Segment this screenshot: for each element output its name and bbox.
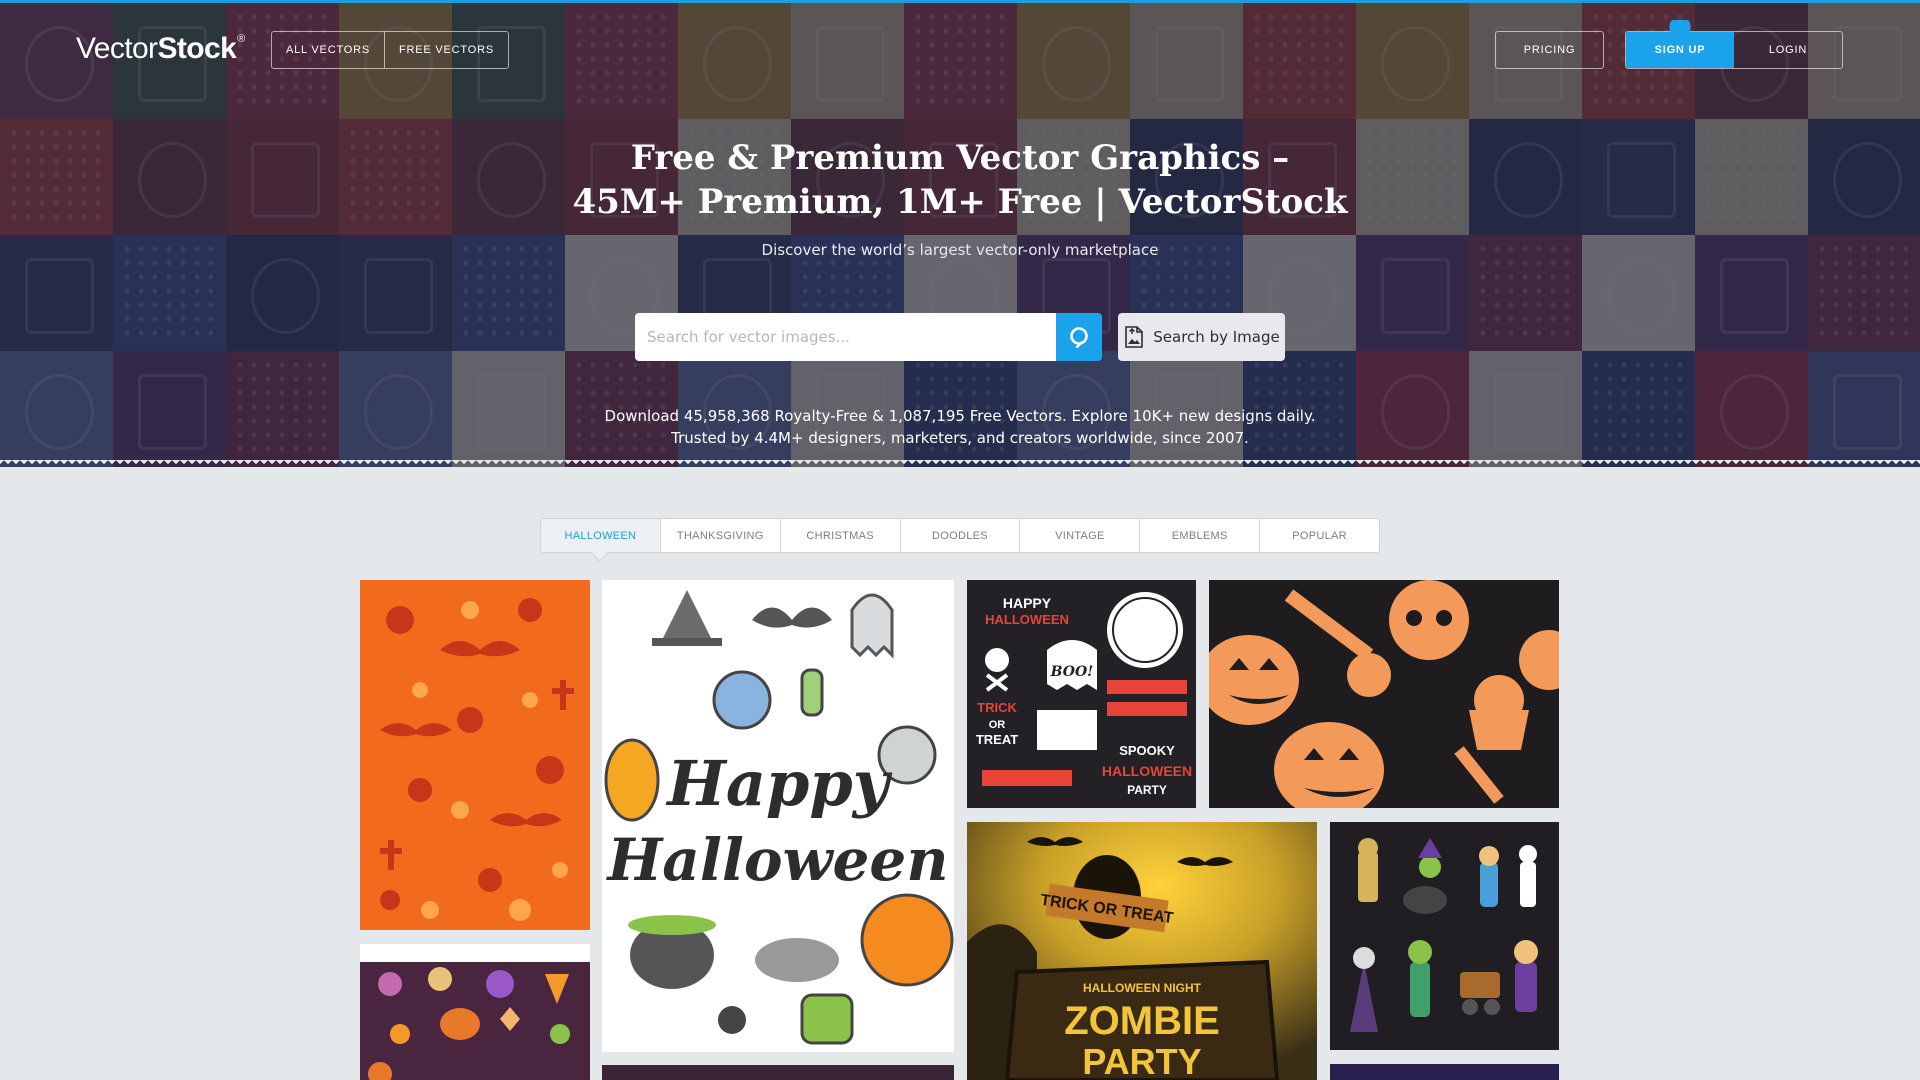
tab-thanksgiving[interactable]: THANKSGIVING	[659, 519, 780, 552]
lettering-happy: Happy	[665, 747, 892, 820]
category-tabs: HALLOWEEN THANKSGIVING CHRISTMAS DOODLES…	[540, 518, 1380, 553]
page-title: Free & Premium Vector Graphics – 45M+ Pr…	[460, 136, 1460, 224]
search-by-image-button[interactable]: Search by Image	[1118, 313, 1285, 361]
tab-popular[interactable]: POPULAR	[1259, 519, 1379, 552]
search-by-image-label: Search by Image	[1153, 328, 1280, 346]
poster-zombie: ZOMBIE	[1064, 999, 1220, 1043]
halloween-pattern-image	[360, 580, 590, 930]
page-title-line-2: 45M+ Premium, 1M+ Free | VectorStock	[572, 182, 1348, 222]
auth-buttons: SIGN UP LOGIN	[1625, 20, 1843, 80]
logo-text-stock: Stock	[157, 32, 237, 65]
purple-halloween-pattern-image	[360, 944, 590, 1080]
tab-halloween[interactable]: HALLOWEEN	[541, 519, 660, 552]
registered-mark: ®	[237, 33, 245, 45]
search-icon	[1070, 327, 1088, 348]
set-text-or: OR	[989, 719, 1006, 731]
hero-subtitle: Discover the world’s largest vector-only…	[761, 241, 1159, 259]
poster-halloween-night: HALLOWEEN NIGHT	[1083, 981, 1202, 995]
vector-card-halloween-labels[interactable]: HAPPY HALLOWEEN TRICK OR TREAT BOO! SPOO…	[967, 580, 1196, 808]
site-stats: Download 45,958,368 Royalty-Free & 1,087…	[460, 405, 1460, 449]
happy-halloween-image: Happy Halloween	[602, 580, 954, 1052]
hero-overlay	[0, 0, 1920, 467]
nav-free-vectors[interactable]: FREE VECTORS	[384, 32, 508, 68]
set-text-treat: TREAT	[976, 732, 1018, 747]
image-upload-icon	[1125, 326, 1144, 348]
vector-card-happy-halloween[interactable]: Happy Halloween	[602, 580, 954, 1052]
vector-card-orange-pattern[interactable]	[360, 580, 590, 930]
halloween-characters-image	[1330, 822, 1559, 1050]
vector-card-zombie-party[interactable]: TRICK OR TREAT HALLOWEEN NIGHT ZOMBIE PA…	[967, 822, 1317, 1080]
tab-christmas[interactable]: CHRISTMAS	[779, 519, 900, 552]
set-text-happy: HAPPY	[1003, 595, 1052, 611]
main-nav: ALL VECTORS FREE VECTORS	[271, 31, 509, 69]
lettering-halloween: Halloween	[605, 826, 948, 894]
vectorstock-logo[interactable]: VectorStock®	[76, 32, 245, 66]
poster-party: PARTY	[1082, 1041, 1201, 1080]
sign-up-button[interactable]: SIGN UP	[1626, 20, 1734, 80]
pumpkin-skull-pattern-image	[1209, 580, 1559, 808]
hero-zigzag-edge	[0, 460, 1920, 468]
tab-emblems[interactable]: EMBLEMS	[1139, 519, 1259, 552]
stats-line-1: Download 45,958,368 Royalty-Free & 1,087…	[604, 407, 1316, 425]
login-button[interactable]: LOGIN	[1734, 32, 1842, 68]
search-input[interactable]	[635, 313, 1056, 361]
hero-banner	[0, 0, 1920, 467]
tab-vintage[interactable]: VINTAGE	[1019, 519, 1139, 552]
set-text-party: PARTY	[1127, 783, 1167, 797]
vector-card-pumpkin-pattern[interactable]	[1209, 580, 1559, 808]
top-accent-line	[0, 0, 1920, 3]
search-button[interactable]	[1056, 313, 1102, 361]
set-text-trick: TRICK	[977, 700, 1017, 715]
pricing-button[interactable]: PRICING	[1495, 31, 1604, 69]
tab-doodles[interactable]: DOODLES	[899, 519, 1020, 552]
set-text-halloween: HALLOWEEN	[985, 612, 1069, 627]
zombie-party-poster-image: TRICK OR TREAT HALLOWEEN NIGHT ZOMBIE PA…	[967, 822, 1317, 1080]
vector-card-halloween-characters[interactable]	[1330, 822, 1559, 1050]
vector-card-partial-1[interactable]	[602, 1065, 954, 1080]
set-text-boo: BOO!	[1050, 664, 1094, 680]
halloween-labels-image: HAPPY HALLOWEEN TRICK OR TREAT BOO! SPOO…	[967, 580, 1196, 808]
vector-card-purple-pattern[interactable]	[360, 944, 590, 1080]
logo-text-vector: Vector	[76, 32, 158, 65]
stats-line-2: Trusted by 4.4M+ designers, marketers, a…	[671, 429, 1249, 447]
search-bar	[635, 313, 1102, 361]
sign-up-label: SIGN UP	[1654, 44, 1706, 56]
nav-all-vectors[interactable]: ALL VECTORS	[272, 32, 384, 68]
vector-card-partial-2[interactable]	[1330, 1064, 1559, 1080]
page-title-line-1: Free & Premium Vector Graphics –	[630, 138, 1290, 178]
set-text-halloween-2: HALLOWEEN	[1102, 763, 1192, 779]
set-text-spooky: SPOOKY	[1119, 743, 1175, 758]
